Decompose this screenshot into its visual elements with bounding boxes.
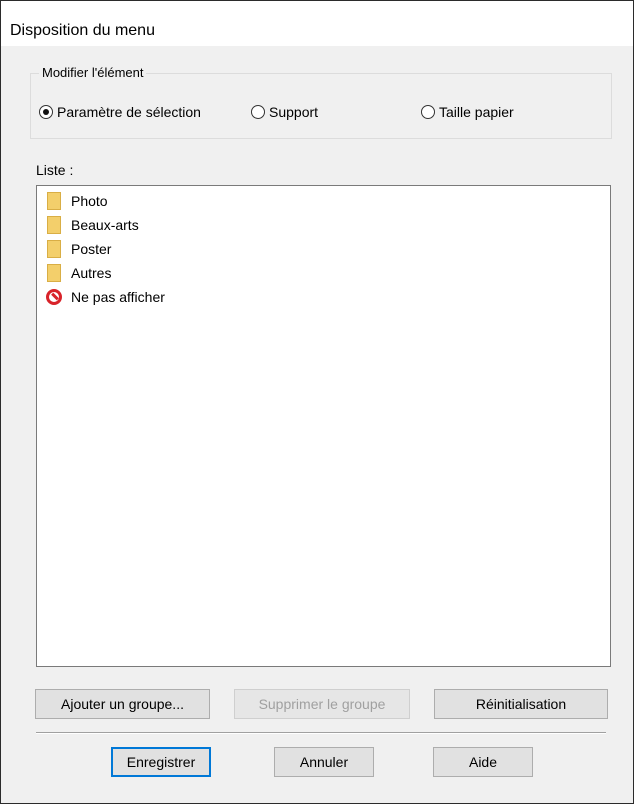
list-item-ne-pas-afficher[interactable]: Ne pas afficher — [45, 287, 165, 307]
help-button[interactable]: Aide — [433, 747, 533, 777]
list-item-photo[interactable]: Photo — [45, 191, 108, 211]
folder-icon — [45, 239, 65, 259]
separator — [36, 732, 606, 734]
window-title: Disposition du menu — [10, 22, 155, 39]
radio-paper-size[interactable]: Taille papier — [421, 102, 514, 122]
list-item-poster[interactable]: Poster — [45, 239, 111, 259]
radio-support[interactable]: Support — [251, 102, 318, 122]
title-bar: Disposition du menu — [1, 1, 633, 46]
list-label: Liste : — [36, 162, 74, 178]
add-group-button[interactable]: Ajouter un groupe... — [35, 689, 210, 719]
folder-icon — [45, 215, 65, 235]
folder-icon — [45, 263, 65, 283]
save-button[interactable]: Enregistrer — [111, 747, 211, 777]
radio-selection-setting[interactable]: Paramètre de sélection — [39, 102, 201, 122]
delete-group-button[interactable]: Supprimer le groupe — [234, 689, 410, 719]
radio-unchecked-icon — [421, 105, 435, 119]
menu-listbox[interactable]: Photo Beaux-arts Poster Autres Ne pas af… — [36, 185, 611, 667]
radio-checked-icon — [39, 105, 53, 119]
modify-element-label: Modifier l'élément — [39, 65, 147, 80]
no-display-icon — [45, 287, 65, 307]
dialog-window: Disposition du menu Modifier l'élément P… — [0, 0, 634, 804]
radio-unchecked-icon — [251, 105, 265, 119]
reset-button[interactable]: Réinitialisation — [434, 689, 608, 719]
folder-icon — [45, 191, 65, 211]
cancel-button[interactable]: Annuler — [274, 747, 374, 777]
list-item-beaux-arts[interactable]: Beaux-arts — [45, 215, 139, 235]
list-item-autres[interactable]: Autres — [45, 263, 111, 283]
